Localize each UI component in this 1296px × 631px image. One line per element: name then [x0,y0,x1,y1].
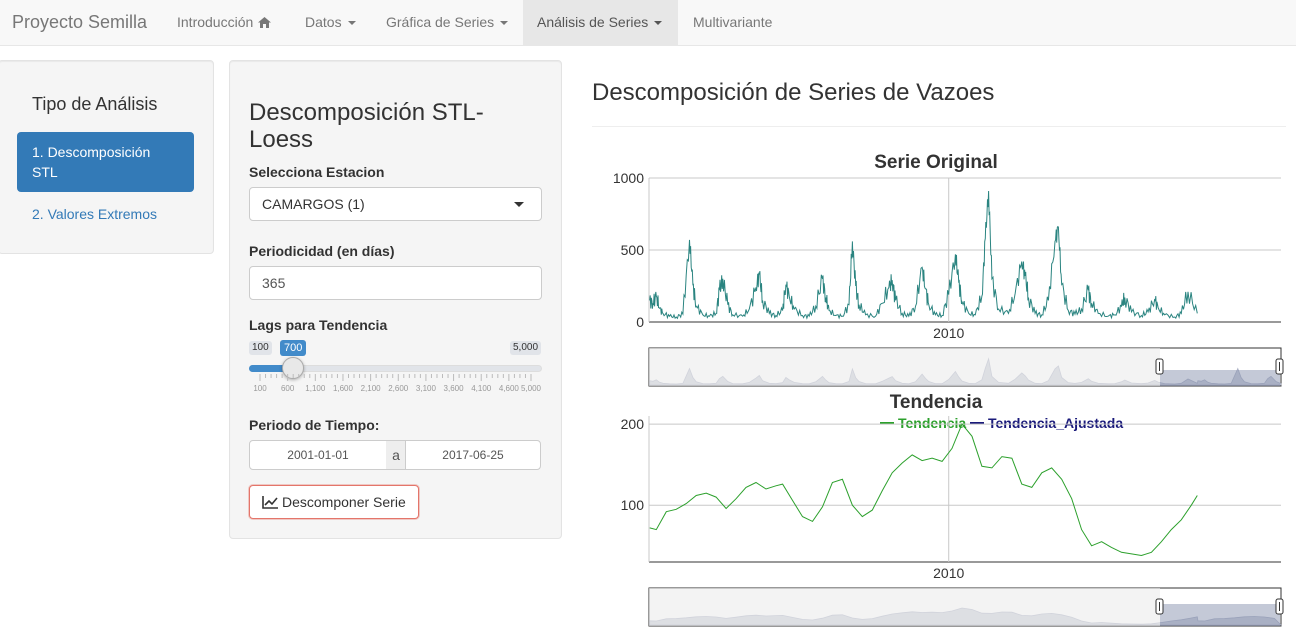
nav-datos-label: Datos [305,14,342,30]
tendencia-chart[interactable]: Tendencia Tendencia Tendencia_Ajustada 2… [592,388,1296,631]
slider-tick-label: 1,600 [332,384,353,393]
slider-tick-labels: 100 600 1,100 1,600 2,100 2,600 3,100 3,600 4,10… [249,384,542,396]
chevron-down-icon [654,21,663,26]
slider-tick-label: 3,600 [443,384,464,393]
slider-tick-label: 2,600 [388,384,409,393]
nav-multivariante-label: Multivariante [693,14,773,30]
slider-tick-label: 5,000 [520,384,542,393]
y-tick-label: 1000 [613,170,644,186]
y-tick-label: 0 [636,314,644,330]
decompose-button[interactable]: Descomponer Serie [249,485,419,519]
sidebar-item-descomposicion[interactable]: 1. Descomposición STL [17,132,194,192]
chevron-down-icon [500,21,509,26]
y-tick-label: 500 [621,242,645,258]
chevron-down-icon [514,202,524,207]
sidebar-title: Tipo de Análisis [32,94,158,114]
sidebar-item-valores-extremos[interactable]: 2. Valores Extremos [17,194,194,234]
slider-tick-label: 2,100 [360,384,381,393]
main-title: Descomposición de Series de Vazoes [592,79,995,106]
chart-title: Tendencia [890,392,983,413]
slider-tick-label: 4,100 [471,384,492,393]
tendencia-line [649,423,1198,557]
nav-grafica-series[interactable]: Gráfica de Series [372,0,522,46]
legend-tendencia-ajustada: Tendencia_Ajustada [988,415,1123,431]
nav-introduccion-label: Introducción [177,14,254,30]
form-title: Descomposición STL-Loess [249,99,484,153]
slider-ticks [259,374,532,381]
station-select[interactable]: CAMARGOS (1) [249,187,542,221]
period-input[interactable]: 365 [249,266,542,300]
date-range-label: Periodo de Tiempo: [249,417,380,433]
chart-title: Serie Original [874,152,998,173]
slider-tick-label: 600 [280,384,295,393]
nav-multivariante[interactable]: Multivariante [679,0,786,46]
line-chart-icon [262,496,278,509]
nav-analisis-series-label: Análisis de Series [537,14,649,30]
x-tick-label: 2010 [933,565,964,581]
brand-title[interactable]: Proyecto Semilla [12,12,147,33]
serie-original-chart[interactable]: Serie Original 1000 500 0 2010 [592,140,1296,390]
navbar: Proyecto Semilla Introducción Datos Gráf… [0,0,1296,46]
nav-grafica-series-label: Gráfica de Series [386,14,495,30]
lags-label: Lags para Tendencia [249,317,388,333]
x-tick-label: 2010 [933,325,964,341]
serie-original-line [649,190,1198,320]
station-label: Selecciona Estacion [249,164,385,180]
home-icon [258,17,272,28]
slider-min-label: 100 [249,341,272,355]
date-end-input[interactable]: 2017-06-25 [405,440,541,470]
chevron-down-icon [347,21,356,26]
slider-tick-label: 100 [253,384,267,393]
slider-tick-label: 3,100 [415,384,436,393]
nav-analisis-series[interactable]: Análisis de Series [523,0,678,46]
legend-tendencia: Tendencia [898,415,966,431]
period-label: Periodicidad (en días) [249,243,395,259]
y-tick-label: 200 [621,416,645,432]
range-selector[interactable] [648,347,1284,387]
slider-max-label: 5,000 [510,341,542,355]
range-selector[interactable] [648,587,1284,627]
title-divider [592,126,1286,127]
nav-datos[interactable]: Datos [291,0,370,46]
slider-tick-label: 4,600 [498,384,519,393]
legend: Tendencia Tendencia_Ajustada [880,415,1123,431]
slider-tick-label: 1,100 [305,384,326,393]
date-start-input[interactable]: 2001-01-01 [249,440,387,470]
slider-value-label: 700 [280,340,307,356]
nav-introduccion[interactable]: Introducción [163,0,285,46]
y-tick-label: 100 [621,497,645,513]
station-select-value: CAMARGOS (1) [262,196,365,212]
decompose-button-label: Descomponer Serie [282,494,406,510]
date-separator: a [386,440,406,470]
